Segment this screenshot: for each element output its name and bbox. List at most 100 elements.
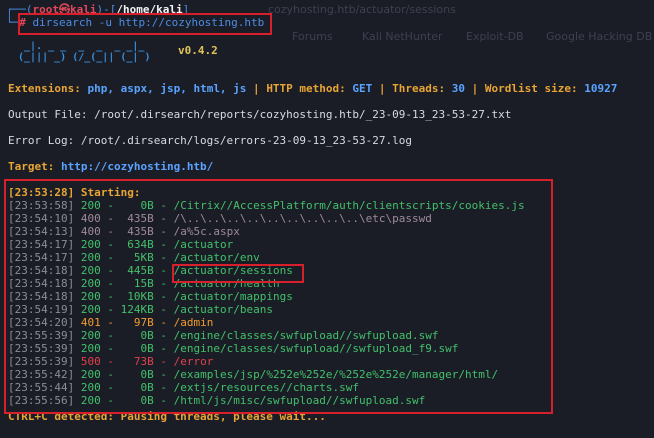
row-timestamp: [23:55:39] (8, 355, 75, 368)
row-status-code: 200 (80, 290, 101, 303)
row-size: 0B (140, 329, 154, 342)
row-timestamp: [23:55:56] (8, 394, 75, 407)
row-path: /html/js/misc/swfupload//swfupload.swf (173, 394, 426, 407)
result-row: [23:54:13] 400 - 435B - /a%5c.aspx (8, 225, 240, 238)
row-status-code: 200 (80, 251, 101, 264)
terminal-window[interactable]: cozyhosting.htb/actuator/sessions Forums… (0, 0, 654, 438)
row-timestamp: [23:55:42] (8, 368, 75, 381)
row-status-code: 200 (80, 329, 101, 342)
row-path: /\..\..\..\..\..\..\..\..\..\etc\passwd (173, 212, 432, 225)
ghost-ghdb: Google Hacking DB (546, 30, 653, 43)
config-line: Extensions: php, aspx, jsp, html, js | H… (8, 82, 618, 95)
row-size: 445B (127, 264, 154, 277)
row-path: /error (173, 355, 214, 368)
row-status-code: 200 (80, 381, 101, 394)
row-status-code: 200 (80, 303, 101, 316)
ghost-forums: Forums (292, 30, 333, 43)
ghost-url: cozyhosting.htb/actuator/sessions (268, 3, 456, 16)
row-timestamp: [23:54:20] (8, 316, 75, 329)
row-size: 0B (140, 368, 154, 381)
row-status-code: 200 (80, 238, 101, 251)
row-timestamp: [23:55:39] (8, 342, 75, 355)
shell-prompt: ┌──(root㉿kali)-[/home/kali] (6, 3, 190, 16)
row-size: 0B (140, 381, 154, 394)
row-timestamp: [23:54:17] (8, 238, 75, 251)
target-line: Target: http://cozyhosting.htb/ (8, 160, 213, 173)
row-status-code: 400 (80, 225, 101, 238)
row-status-code: 400 (80, 212, 101, 225)
threads-label: Threads: (392, 82, 446, 95)
row-status-code: 200 (80, 264, 101, 277)
wordlist-label: Wordlist size: (484, 82, 578, 95)
logo-line-1: _|. _ _ _ _ _ _|_ (12, 41, 145, 52)
row-timestamp: [23:54:18] (8, 264, 75, 277)
prompt-user-host: root㉿kali (32, 3, 97, 16)
row-path: /Citrix//AccessPlatform/auth/clientscrip… (173, 199, 525, 212)
row-status-code: 200 (80, 394, 101, 407)
row-timestamp: [23:53:58] (8, 199, 75, 212)
result-row: [23:54:17] 200 - 634B - /actuator (8, 238, 234, 251)
result-row: [23:55:44] 200 - 0B - /extjs/resources//… (8, 381, 360, 394)
row-path: /a%5c.aspx (173, 225, 240, 238)
target-label: Target: (8, 160, 55, 173)
row-timestamp: [23:54:10] (8, 212, 75, 225)
row-status-code: 200 (80, 368, 101, 381)
dirsearch-logo: _|. _ _ _ _ _ _|_ (_||| _) (/_(_|| (_| ) (12, 41, 150, 63)
result-row: [23:54:18] 200 - 15B - /actuator/health (8, 277, 280, 290)
result-row: [23:55:39] 200 - 0B - /engine/classes/sw… (8, 329, 439, 342)
row-path: /actuator/mappings (173, 290, 293, 303)
row-path: /actuator/beans (173, 303, 273, 316)
method-value: GET (352, 82, 373, 95)
row-path: /actuator/env (173, 251, 260, 264)
row-path: /extjs/resources//charts.swf (173, 381, 360, 394)
command-line[interactable]: └─# dirsearch -u http://cozyhosting.htb (6, 16, 264, 29)
row-path: /actuator/sessions (173, 264, 293, 277)
ctrl-c-line: CTRL+C detected: Pausing threads, please… (8, 410, 326, 423)
wordlist-value: 10927 (584, 82, 618, 95)
result-row: [23:54:18] 200 - 445B - /actuator/sessio… (8, 264, 293, 277)
logo-line-2: (_||| _) (/_(_|| (_| ) (12, 52, 151, 63)
row-status-code: 401 (80, 316, 101, 329)
row-path: /admin (173, 316, 214, 329)
command-text[interactable]: dirsearch -u http://cozyhosting.htb (33, 16, 265, 29)
row-status-code: 200 (80, 342, 101, 355)
result-row: [23:55:56] 200 - 0B - /html/js/misc/swfu… (8, 394, 426, 407)
row-timestamp: [23:54:18] (8, 290, 75, 303)
row-status-code: 200 (80, 199, 101, 212)
error-log-line: Error Log: /root/.dirsearch/logs/errors-… (8, 134, 412, 147)
result-row: [23:54:17] 200 - 5KB - /actuator/env (8, 251, 260, 264)
extensions-value: php, aspx, jsp, html, js (87, 82, 247, 95)
row-size: 97B (133, 316, 154, 329)
output-file-line: Output File: /root/.dirsearch/reports/co… (8, 108, 512, 121)
row-size: 15B (133, 277, 154, 290)
result-row: [23:54:10] 400 - 435B - /\..\..\..\..\..… (8, 212, 432, 225)
row-size: 5KB (133, 251, 154, 264)
result-row: [23:55:42] 200 - 0B - /examples/jsp/%252… (8, 368, 499, 381)
ghost-nethunter: Kali NetHunter (362, 30, 443, 43)
ghost-exploitdb: Exploit-DB (466, 30, 524, 43)
result-row: [23:55:39] 500 - 73B - /error (8, 355, 214, 368)
row-size: 0B (140, 199, 154, 212)
row-path: /actuator/health (173, 277, 280, 290)
result-row: [23:53:58] 200 - 0B - /Citrix//AccessPla… (8, 199, 525, 212)
prompt-path: /home/kali (116, 3, 183, 16)
row-status-code: 200 (80, 277, 101, 290)
result-row: [23:54:18] 200 - 10KB - /actuator/mappin… (8, 290, 293, 303)
target-value: http://cozyhosting.htb/ (60, 160, 214, 173)
row-size: 73B (133, 355, 154, 368)
method-label: HTTP method: (266, 82, 346, 95)
version-label: v0.4.2 (178, 44, 218, 57)
row-size: 435B (127, 212, 154, 225)
row-timestamp: [23:55:44] (8, 381, 75, 394)
row-size: 435B (127, 225, 154, 238)
starting-line: [23:53:28] Starting: (8, 186, 141, 199)
row-size: 10KB (127, 290, 154, 303)
row-timestamp: [23:54:19] (8, 303, 75, 316)
row-timestamp: [23:55:39] (8, 329, 75, 342)
row-path: /engine/classes/swfupload//swfupload.swf (173, 329, 439, 342)
result-row: [23:54:20] 401 - 97B - /admin (8, 316, 214, 329)
result-row: [23:54:19] 200 - 124KB - /actuator/beans (8, 303, 273, 316)
row-timestamp: [23:54:17] (8, 251, 75, 264)
row-size: 634B (127, 238, 154, 251)
result-row: [23:55:39] 200 - 0B - /engine/classes/sw… (8, 342, 459, 355)
